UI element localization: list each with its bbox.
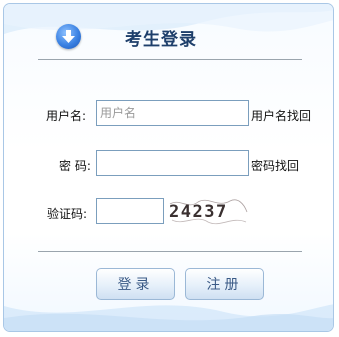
- download-arrow-icon: [56, 24, 81, 49]
- login-button[interactable]: 登录: [96, 268, 175, 300]
- top-divider: [38, 59, 302, 60]
- register-button[interactable]: 注册: [185, 268, 264, 300]
- captcha-input[interactable]: [96, 198, 164, 224]
- password-label: 密 码:: [59, 159, 91, 173]
- bottom-divider: [38, 251, 302, 252]
- captcha-text: 24237: [169, 202, 228, 222]
- username-label: 用户名:: [46, 109, 87, 123]
- page-title: 考生登录: [125, 30, 197, 50]
- captcha-image[interactable]: 24237: [168, 196, 248, 226]
- find-password-link[interactable]: 密码找回: [251, 157, 299, 174]
- find-username-link[interactable]: 用户名找回: [251, 107, 311, 124]
- captcha-label: 验证码:: [47, 207, 88, 221]
- password-input[interactable]: [96, 150, 249, 176]
- username-input[interactable]: [96, 100, 249, 126]
